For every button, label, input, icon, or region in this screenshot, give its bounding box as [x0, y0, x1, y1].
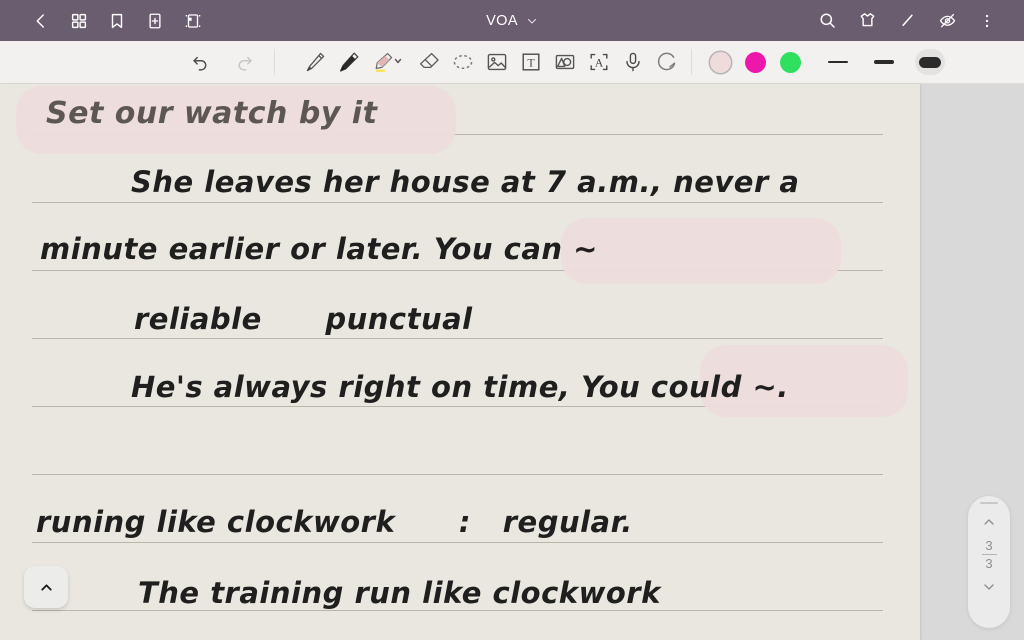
rule-line	[32, 610, 883, 611]
top-bar-left-actions	[0, 4, 210, 38]
stroke-width-thick[interactable]	[915, 49, 945, 75]
color-swatch-group	[710, 51, 801, 73]
toolbar-divider-2	[691, 49, 692, 75]
page-up-button[interactable]	[981, 511, 997, 533]
rule-line	[32, 542, 883, 543]
handwriting-line[interactable]: runing like clockwork : regular.	[36, 505, 633, 539]
stroke-width-thin[interactable]	[823, 49, 853, 75]
note-page[interactable]: Set our watch by it She leaves her house…	[0, 84, 920, 640]
editing-toolbar: T A	[0, 41, 1024, 84]
redo-icon[interactable]	[230, 48, 258, 76]
stroke-width-group	[823, 49, 945, 75]
microphone-tool[interactable]	[619, 48, 647, 76]
rule-line	[32, 202, 883, 203]
handwriting-line[interactable]: minute earlier or later. You can ~	[40, 232, 598, 266]
svg-text:A: A	[595, 57, 604, 69]
handwriting-line[interactable]: The training run like clockwork	[138, 576, 661, 610]
handwriting-line[interactable]: reliable punctual	[134, 302, 473, 336]
highlighter-tool[interactable]	[369, 48, 409, 76]
bookmark-icon[interactable]	[100, 4, 134, 38]
pen-tool[interactable]	[335, 48, 363, 76]
document-title[interactable]: VOA	[486, 13, 518, 29]
image-tool[interactable]	[483, 48, 511, 76]
chevron-down-icon[interactable]	[526, 15, 538, 27]
page-indicator: 3 3	[981, 538, 997, 571]
sticker-note-tool[interactable]	[653, 48, 681, 76]
text-box-tool[interactable]: T	[517, 48, 545, 76]
back-icon[interactable]	[24, 4, 58, 38]
note-app-window: VOA T A Set our watch by it She leaves h…	[0, 0, 1024, 640]
page-fraction-bar	[981, 554, 997, 555]
handwriting-line[interactable]: He's always right on time, You could ~.	[131, 370, 789, 404]
stroke-width-medium[interactable]	[869, 49, 899, 75]
more-menu-icon[interactable]	[970, 4, 1004, 38]
current-page-number: 3	[985, 538, 993, 553]
add-page-icon[interactable]	[138, 4, 172, 38]
color-swatch-magenta[interactable]	[745, 51, 766, 73]
page-layout-icon[interactable]	[176, 4, 210, 38]
svg-text:T: T	[527, 55, 535, 69]
collapse-toolbar-button[interactable]	[24, 566, 68, 608]
pencil-tool[interactable]	[301, 48, 329, 76]
note-canvas[interactable]: Set our watch by it She leaves her house…	[0, 84, 1024, 640]
page-navigator: 3 3	[968, 496, 1010, 628]
history-group	[186, 48, 258, 76]
handwriting-line[interactable]: She leaves her house at 7 a.m., never a	[131, 165, 799, 199]
text-recognition-tool[interactable]: A	[585, 48, 613, 76]
top-app-bar: VOA	[0, 0, 1024, 41]
pager-grip[interactable]	[980, 502, 998, 504]
search-icon[interactable]	[810, 4, 844, 38]
color-swatch-green[interactable]	[780, 51, 801, 73]
color-swatch-pink[interactable]	[710, 51, 731, 73]
toolbar-divider-1	[274, 49, 275, 75]
undo-icon[interactable]	[186, 48, 214, 76]
top-bar-right-actions	[810, 4, 1024, 38]
drawing-tools-group: T A	[301, 48, 681, 76]
pen-toggle-icon[interactable]	[890, 4, 924, 38]
eraser-tool[interactable]	[415, 48, 443, 76]
rule-line	[32, 474, 883, 475]
sticker-icon[interactable]	[850, 4, 884, 38]
eye-off-icon[interactable]	[930, 4, 964, 38]
lasso-tool[interactable]	[449, 48, 477, 76]
shape-tool[interactable]	[551, 48, 579, 76]
handwriting-line[interactable]: Set our watch by it	[46, 96, 377, 131]
page-down-button[interactable]	[981, 576, 997, 598]
rule-line	[32, 338, 883, 339]
total-page-number: 3	[985, 556, 993, 571]
highlight-stroke-2[interactable]	[561, 218, 841, 284]
grid-view-icon[interactable]	[62, 4, 96, 38]
